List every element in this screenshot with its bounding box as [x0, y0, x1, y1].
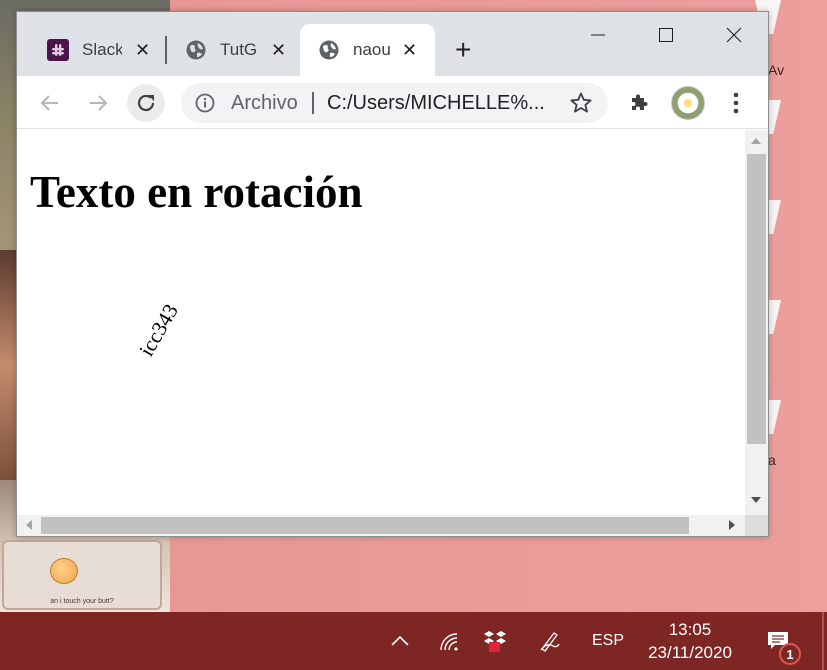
close-window-button[interactable]: [711, 22, 757, 48]
omnibox-divider: [312, 92, 314, 114]
chevron-up-icon: [391, 635, 409, 646]
close-icon[interactable]: ✕: [402, 40, 417, 61]
back-arrow-icon: [40, 95, 58, 111]
clock-time: 13:05: [668, 620, 712, 639]
reload-icon: [137, 94, 155, 112]
pen-button[interactable]: [535, 612, 565, 670]
scrollbar-corner: [745, 515, 768, 536]
scroll-right-icon[interactable]: [729, 520, 735, 530]
browser-menu-button[interactable]: [717, 84, 755, 122]
sticker-caption: an i touch your butt?: [50, 598, 114, 605]
tab-slack[interactable]: Slack ✕: [35, 24, 165, 76]
pen-icon: [540, 632, 560, 652]
dropbox-button[interactable]: [480, 612, 510, 670]
forward-button[interactable]: [79, 84, 117, 122]
tab-divider: [165, 36, 167, 64]
peach-icon: [50, 558, 78, 584]
scroll-left-icon[interactable]: [26, 520, 32, 530]
taskbar: ESP 13:05 23/11/2020: [0, 612, 827, 670]
horizontal-scrollbar[interactable]: [17, 515, 745, 536]
minimize-button[interactable]: [575, 22, 621, 48]
browser-toolbar: Archivo C:/Users/MICHELLE%...: [17, 76, 768, 129]
tab-title: Slack: [82, 40, 122, 59]
vertical-scroll-thumb[interactable]: [747, 154, 766, 444]
address-bar[interactable]: Archivo C:/Users/MICHELLE%...: [181, 83, 608, 123]
star-icon[interactable]: [569, 91, 593, 121]
wifi-icon: [440, 633, 458, 651]
browser-window: Slack ✕ TutG ✕ naou ✕ + Archivo C:/Users…: [16, 11, 769, 537]
dropbox-icon: [484, 631, 506, 652]
desktop-shortcut-label: a: [768, 452, 776, 468]
input-language[interactable]: ESP: [588, 612, 628, 670]
kebab-menu-icon: [733, 92, 739, 114]
rotated-text: icc343: [134, 299, 183, 361]
puzzle-icon: [632, 94, 648, 110]
tab-naou[interactable]: naou ✕: [300, 24, 435, 76]
scroll-up-icon[interactable]: [751, 138, 761, 144]
back-button[interactable]: [31, 84, 69, 122]
profile-avatar[interactable]: [671, 86, 705, 120]
desktop-icons-strip: Av a: [755, 0, 827, 612]
tab-strip: Slack ✕ TutG ✕ naou ✕ +: [17, 12, 768, 76]
close-icon[interactable]: ✕: [135, 40, 150, 61]
tab-title: TutG: [220, 40, 258, 59]
info-icon[interactable]: [195, 93, 215, 113]
extensions-button[interactable]: [620, 84, 658, 122]
globe-icon: [185, 39, 207, 61]
page-viewport: Texto en rotación icc343: [17, 130, 745, 515]
maximize-button[interactable]: [643, 22, 689, 48]
close-icon[interactable]: ✕: [271, 40, 286, 61]
desktop-shortcut-label: Av: [768, 62, 785, 78]
show-desktop-edge[interactable]: [822, 612, 824, 670]
taskbar-clock[interactable]: 13:05 23/11/2020: [640, 618, 740, 664]
tab-tutg[interactable]: TutG ✕: [169, 24, 295, 76]
horizontal-scroll-thumb[interactable]: [41, 517, 689, 534]
globe-icon: [318, 39, 340, 61]
show-hidden-icons-button[interactable]: [386, 612, 414, 670]
url-text[interactable]: C:/Users/MICHELLE%...: [327, 92, 545, 115]
reload-button[interactable]: [127, 84, 165, 122]
vertical-scrollbar[interactable]: [745, 130, 768, 515]
sticker-card: an i touch your butt?: [2, 540, 162, 610]
scheme-label: Archivo: [231, 92, 298, 114]
tab-title: naou: [353, 40, 391, 59]
slack-icon: [47, 39, 69, 61]
new-tab-button[interactable]: +: [455, 36, 471, 64]
forward-arrow-icon: [90, 95, 108, 111]
network-button[interactable]: [435, 612, 463, 670]
page-heading: Texto en rotación: [30, 167, 363, 217]
scroll-down-icon[interactable]: [751, 497, 761, 503]
notification-count-badge: 1: [779, 643, 801, 665]
clock-date: 23/11/2020: [648, 643, 732, 662]
